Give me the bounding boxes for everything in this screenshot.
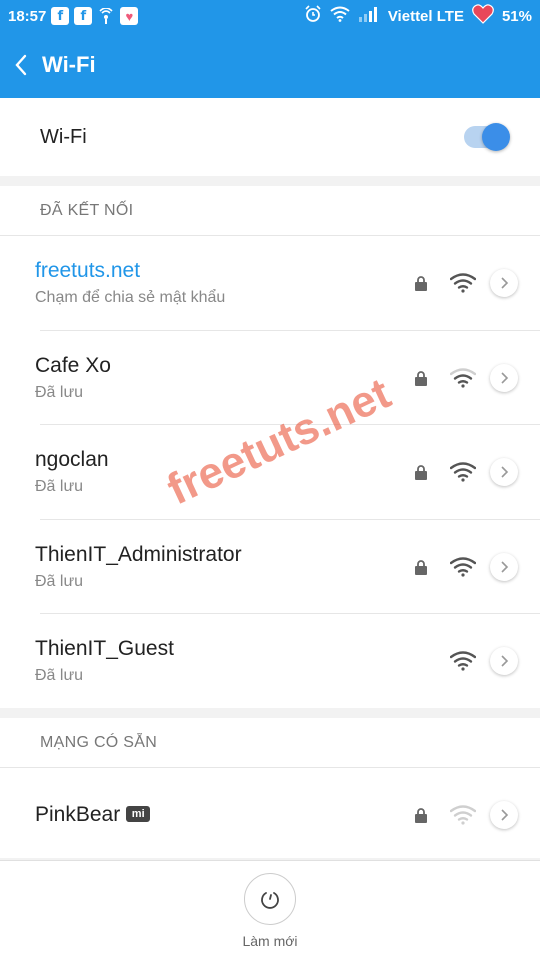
network-text: ngoclan Đã lưu [35,448,109,496]
network-name-text: PinkBear [35,803,121,827]
network-name-text: freetuts.net [35,259,141,283]
network-icons [414,552,518,581]
wifi-signal-icon [450,368,476,388]
network-name: ngoclan [35,448,109,472]
network-icons [414,269,518,298]
page-title: Wi-Fi [42,52,96,77]
network-list: PinkBear mi [0,768,540,863]
section-header-label: ĐÃ KẾT NỐI [40,201,134,219]
network-name: PinkBear mi [35,803,151,827]
wifi-signal-icon [450,273,476,293]
wifi-toggle-label: Wi-Fi [40,125,87,148]
chevron-right-icon [501,655,509,667]
network-name-text: ngoclan [35,448,109,472]
app-bar: Wi-Fi [0,32,540,98]
network-details-button[interactable] [490,647,518,676]
refresh-label: Làm mới [242,932,298,949]
network-row[interactable]: freetuts.net Chạm để chia sẻ mật khẩu [0,236,540,331]
alarm-icon [304,5,322,27]
network-details-button[interactable] [490,363,518,392]
status-bar: 18:57 f f ♥ Viettel LTE 51% [0,0,540,32]
section-header-label: MẠNG CÓ SẴN [40,733,158,751]
network-row[interactable]: ThienIT_Guest Đã lưu [0,614,540,709]
network-icons [414,363,518,392]
network-name: freetuts.net [35,259,225,283]
network-row[interactable]: Cafe Xo Đã lưu [0,331,540,426]
network-text: PinkBear mi [35,803,151,827]
facebook-icon: f [74,7,93,25]
wifi-status-icon [330,6,350,26]
network-row[interactable]: ThienIT_Administrator Đã lưu [0,520,540,615]
network-name: ThienIT_Guest [35,637,174,661]
wifi-toggle-switch[interactable] [464,123,510,151]
network-details-button[interactable] [490,552,518,581]
network-status: Đã lưu [35,667,84,685]
wifi-signal-icon [450,805,476,825]
network-name: Cafe Xo [35,354,111,378]
network-name-text: ThienIT_Guest [35,637,174,661]
toggle-knob [482,123,510,151]
lock-icon [415,808,427,824]
network-list: freetuts.net Chạm để chia sẻ mật khẩu Cafe… [0,236,540,709]
facebook-icon: f [51,7,70,25]
network-text: ThienIT_Administrator Đã lưu [35,543,242,591]
status-time: 18:57 [8,7,47,25]
lock-icon [415,370,427,386]
chevron-right-icon [501,277,509,289]
network-row[interactable]: ngoclan Đã lưu [0,425,540,520]
battery-level: 51% [501,7,532,25]
lock-icon [415,276,427,292]
battery-heart-icon [472,4,494,28]
available-networks-section: MẠNG CÓ SẴN PinkBear mi [0,718,540,858]
chevron-right-icon [501,561,509,573]
chevron-right-icon [501,466,509,478]
network-name-text: ThienIT_Administrator [35,542,242,566]
network-row[interactable]: PinkBear mi [0,768,540,863]
network-icons [414,458,518,487]
refresh-icon [261,891,279,909]
network-status: Đã lưu [35,478,84,496]
back-button[interactable] [14,50,38,80]
network-text: ThienIT_Guest Đã lưu [35,637,174,685]
bottom-bar: Làm mới [0,860,540,960]
wifi-signal-icon [450,462,476,482]
network-name: ThienIT_Administrator [35,543,242,567]
mi-badge-icon: mi [126,805,151,822]
network-text: freetuts.net Chạm để chia sẻ mật khẩu [35,259,225,307]
chevron-left-icon [15,54,27,76]
network-status: Đã lưu [35,572,84,590]
network-status: Đã lưu [35,383,84,401]
wifi-toggle-row: Wi-Fi [0,98,540,176]
heart-app-icon: ♥ [120,7,139,25]
refresh-button[interactable] [244,872,296,925]
chevron-right-icon [501,809,509,821]
network-status: Chạm để chia sẻ mật khẩu [35,289,226,307]
network-icons [414,801,518,830]
wifi-signal-icon [450,651,476,671]
chevron-right-icon [501,372,509,384]
network-details-button[interactable] [490,269,518,298]
section-header: MẠNG CÓ SẴN [0,718,540,768]
lock-icon [415,559,427,575]
network-details-button[interactable] [490,801,518,830]
section-header: ĐÃ KẾT NỐI [0,186,540,236]
lock-icon [415,465,427,481]
wifi-hotspot-icon [97,7,115,25]
carrier-label: Viettel LTE [387,7,464,25]
network-details-button[interactable] [490,458,518,487]
signal-icon [358,6,380,26]
wifi-signal-icon [450,557,476,577]
network-icons [414,647,518,676]
network-name-text: Cafe Xo [35,353,111,377]
connected-networks-section: ĐÃ KẾT NỐI freetuts.net Chạm để chia sẻ m… [0,186,540,708]
network-text: Cafe Xo Đã lưu [35,354,111,402]
